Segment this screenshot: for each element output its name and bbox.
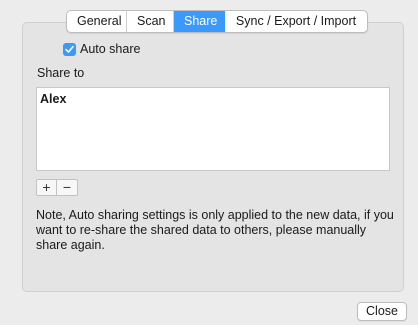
tab-sync-export-import[interactable]: Sync / Export / Import [225, 11, 367, 32]
tab-bar: General Scan Share Sync / Export / Impor… [66, 10, 368, 33]
share-settings-window: General Scan Share Sync / Export / Impor… [0, 0, 418, 325]
remove-recipient-button[interactable]: − [57, 180, 77, 195]
share-to-label: Share to [37, 66, 85, 80]
auto-share-checkbox[interactable] [63, 42, 76, 56]
close-button[interactable]: Close [357, 302, 407, 321]
checkmark-icon [65, 45, 74, 53]
add-recipient-button[interactable]: + [37, 180, 57, 195]
add-remove-control: + − [36, 179, 78, 196]
tab-general[interactable]: General [67, 11, 127, 32]
auto-share-checkbox-row[interactable]: Auto share [63, 42, 140, 56]
list-item[interactable]: Alex [40, 91, 386, 107]
tab-scan[interactable]: Scan [127, 11, 174, 32]
share-to-list[interactable]: Alex [36, 87, 390, 171]
tab-share[interactable]: Share [174, 11, 225, 32]
auto-share-label: Auto share [80, 42, 141, 56]
auto-share-note: Note, Auto sharing settings is only appl… [36, 208, 394, 252]
